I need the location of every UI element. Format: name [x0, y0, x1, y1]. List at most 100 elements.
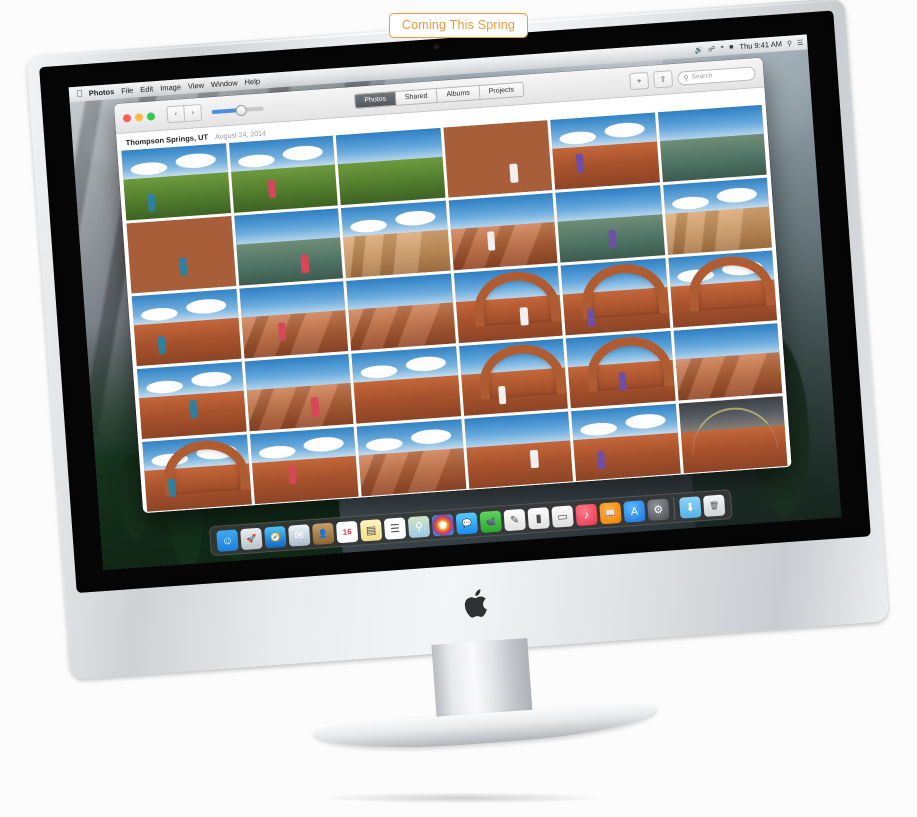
- photo-thumbnail[interactable]: [249, 426, 359, 505]
- dock-item-contacts[interactable]: 👤: [311, 522, 335, 545]
- photo-thumbnail[interactable]: [463, 411, 574, 489]
- photo-thumbnail[interactable]: [335, 127, 445, 206]
- battery-icon[interactable]: ■: [729, 44, 734, 51]
- collection-date: August 24, 2014: [214, 130, 267, 141]
- tab-photos[interactable]: Photos: [354, 91, 397, 108]
- photo-thumbnail[interactable]: [560, 258, 670, 336]
- add-to-album-button[interactable]: +: [629, 71, 650, 91]
- thumbnail-zoom-slider[interactable]: [211, 105, 264, 114]
- photo-thumbnail[interactable]: [453, 265, 563, 344]
- photo-thumbnail[interactable]: [555, 185, 665, 263]
- photo-ground-region: [675, 352, 783, 401]
- bluetooth-icon[interactable]: ☍: [708, 45, 716, 53]
- photo-thumbnail[interactable]: [458, 338, 568, 416]
- photo-thumbnail[interactable]: [571, 403, 681, 482]
- volume-icon[interactable]: 🔊: [694, 45, 703, 54]
- photo-subject-figure: [529, 449, 539, 469]
- photo-thumbnail[interactable]: [233, 208, 343, 286]
- menu-item-window[interactable]: Window: [211, 78, 238, 89]
- tab-shared[interactable]: Shared: [395, 88, 438, 105]
- photos-app-window[interactable]: ‹ › Photos Shared Albums Projects + ⇧ ⚲ …: [113, 57, 792, 514]
- close-button[interactable]: [122, 113, 132, 123]
- menu-item-edit[interactable]: Edit: [140, 84, 154, 94]
- zoom-button[interactable]: [146, 111, 156, 121]
- photo-thumbnail[interactable]: [657, 104, 767, 183]
- dock-item-safari[interactable]: 🧭: [264, 525, 287, 549]
- photo-thumbnail[interactable]: [340, 200, 451, 278]
- photo-thumbnail[interactable]: [678, 396, 788, 474]
- traffic-lights[interactable]: [122, 111, 156, 123]
- spotlight-search-icon[interactable]: ⚲: [787, 39, 793, 47]
- forward-button[interactable]: ›: [184, 103, 203, 123]
- dock-item-facetime[interactable]: 📹: [479, 510, 503, 533]
- wifi-icon[interactable]: ◓: [720, 44, 725, 51]
- photo-ground-region: [251, 456, 359, 505]
- dock-item-photos[interactable]: ❀: [431, 513, 455, 537]
- tab-albums[interactable]: Albums: [437, 85, 481, 102]
- toolbar-right-group[interactable]: + ⇧ ⚲ Search: [629, 64, 756, 91]
- dock-item-system-preferences[interactable]: ⚙: [647, 498, 670, 521]
- dock-item-numbers[interactable]: ▮: [527, 507, 550, 530]
- photo-thumbnail[interactable]: [673, 323, 783, 401]
- photo-thumbnail[interactable]: [136, 361, 247, 439]
- photo-subject-figure: [519, 306, 529, 326]
- photo-grid[interactable]: [117, 104, 792, 514]
- photo-ground-region: [450, 222, 558, 271]
- view-mode-tabs[interactable]: Photos Shared Albums Projects: [353, 81, 525, 109]
- photo-thumbnail[interactable]: [131, 288, 241, 367]
- dock-item-keynote[interactable]: ▭: [551, 505, 574, 528]
- photo-thumbnail[interactable]: [238, 281, 349, 359]
- menu-item-view[interactable]: View: [188, 81, 205, 91]
- dock-item-pages[interactable]: ✎: [503, 508, 526, 532]
- dock-item-itunes[interactable]: ♪: [575, 503, 598, 527]
- photo-ground-region: [358, 448, 466, 497]
- photo-thumbnail[interactable]: [351, 346, 461, 424]
- dock-item-downloads-folder[interactable]: ⬇: [679, 496, 702, 519]
- ground-shadow: [262, 790, 662, 806]
- tab-projects[interactable]: Projects: [479, 82, 524, 99]
- minimize-button[interactable]: [134, 112, 144, 122]
- photo-thumbnail[interactable]: [662, 177, 772, 255]
- dock-item-notes[interactable]: ▤: [359, 519, 383, 542]
- announcement-banner: Coming This Spring: [0, 13, 917, 38]
- search-input[interactable]: ⚲ Search: [677, 65, 756, 86]
- dock-item-launchpad[interactable]: 🚀: [240, 527, 263, 551]
- dock-item-mail[interactable]: ✉: [288, 524, 311, 547]
- menu-bar-clock[interactable]: Thu 9:41 AM: [739, 39, 782, 51]
- photo-thumbnail[interactable]: [565, 330, 676, 409]
- photo-ground-region: [664, 206, 772, 255]
- share-button[interactable]: ⇧: [653, 70, 674, 89]
- photo-thumbnail[interactable]: [244, 354, 354, 432]
- photo-ground-region: [465, 440, 574, 489]
- dock-item-trash[interactable]: 🗑: [702, 494, 726, 517]
- photo-ground-region: [133, 318, 241, 367]
- photo-thumbnail[interactable]: [121, 143, 231, 221]
- photo-thumbnail[interactable]: [228, 135, 338, 213]
- dock-item-reminders[interactable]: ☰: [383, 517, 407, 540]
- photo-thumbnail[interactable]: [126, 216, 236, 294]
- dock-item-app-store[interactable]: A: [623, 500, 646, 523]
- photo-thumbnail[interactable]: [442, 120, 553, 198]
- photo-ground-region: [573, 433, 681, 482]
- dock-item-messages[interactable]: 💬: [455, 512, 479, 535]
- menu-item-help[interactable]: Help: [244, 77, 260, 87]
- photo-thumbnail[interactable]: [448, 193, 558, 271]
- photo-thumbnail[interactable]: [142, 434, 252, 512]
- notification-center-icon[interactable]: ☰: [797, 38, 804, 46]
- photo-thumbnail[interactable]: [667, 250, 778, 328]
- photo-thumbnail[interactable]: [550, 112, 660, 190]
- dock-item-finder[interactable]: ☺: [216, 529, 239, 552]
- back-button[interactable]: ‹: [166, 105, 186, 124]
- photo-thumbnail[interactable]: [346, 273, 456, 351]
- apple-logo-icon: [464, 589, 487, 618]
- dock-item-maps[interactable]: ⚲: [407, 515, 431, 539]
- apple-menu-icon[interactable]: : [76, 88, 83, 98]
- photo-subject-figure: [300, 254, 310, 274]
- menu-item-image[interactable]: Image: [160, 82, 181, 92]
- dock-item-ibooks[interactable]: 📖: [599, 501, 622, 525]
- menu-item-photos[interactable]: Photos: [89, 87, 115, 98]
- navigation-buttons[interactable]: ‹ ›: [166, 103, 203, 124]
- menu-item-file[interactable]: File: [121, 86, 134, 96]
- photo-thumbnail[interactable]: [356, 419, 466, 497]
- dock-item-calendar[interactable]: 16: [335, 520, 359, 544]
